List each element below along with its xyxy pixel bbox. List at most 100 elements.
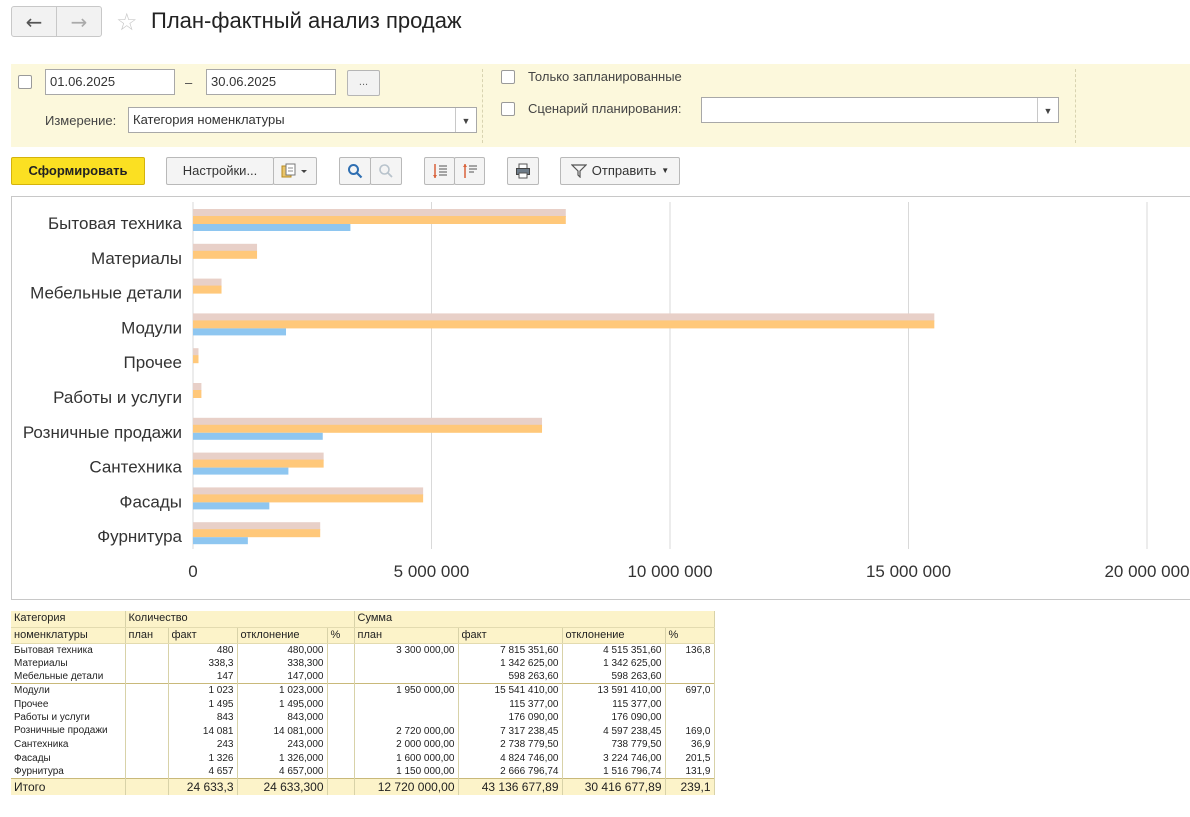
row-category-cell: Фасады — [11, 751, 126, 766]
chart-area: 0 5 000 000 10 000 000 15 000 000 20 000 000… — [11, 196, 1190, 600]
category-label: Материалы — [91, 249, 182, 268]
category-label: Розничные продажи — [23, 423, 182, 442]
expand-groups-icon[interactable] — [424, 157, 455, 185]
only-planned-checkbox[interactable] — [501, 70, 515, 84]
chevron-down-icon[interactable]: ▼ — [455, 108, 476, 132]
row-value-cell — [354, 670, 459, 684]
table-row: Материалы 338,3 338,300 1 342 625,00 1 342 6… — [11, 656, 715, 671]
bar — [193, 320, 935, 329]
row-value-cell: 136,8 — [665, 643, 715, 657]
dimension-value: Категория номенклатуры — [133, 112, 285, 127]
row-value-cell: 1 326,000 — [237, 751, 328, 766]
header-col: отклонение — [562, 627, 666, 644]
search-icon[interactable] — [339, 157, 371, 185]
chevron-down-icon[interactable]: ▼ — [1037, 98, 1058, 122]
category-label: Мебельные детали — [30, 284, 182, 303]
report-table: Категория Количество Сумма номенклатуры … — [11, 611, 715, 795]
row-value-cell: 14 081 — [168, 724, 238, 739]
table-row: Сантехника 243 243,000 2 000 000,00 2 738 77… — [11, 738, 715, 752]
category-label: Модули — [121, 318, 182, 337]
row-category-cell: Сантехника — [11, 738, 126, 752]
bar — [193, 216, 566, 224]
category-label: Фасады — [120, 492, 182, 511]
row-value-cell — [125, 765, 169, 779]
scenario-label: Сценарий планирования: — [528, 101, 682, 116]
date-to-field[interactable]: 30.06.2025 — [206, 69, 316, 95]
bar — [193, 348, 199, 357]
row-value-cell — [125, 670, 169, 684]
row-value-cell — [327, 724, 355, 739]
row-value-cell: 131,9 — [665, 765, 715, 779]
row-value-cell — [125, 697, 169, 711]
collapse-groups-icon[interactable] — [454, 157, 485, 185]
bar — [193, 487, 424, 496]
date-from-calendar-button[interactable] — [154, 69, 175, 95]
row-category-cell: Фурнитура — [11, 765, 126, 779]
row-value-cell: 843 — [168, 710, 238, 725]
bar — [193, 355, 199, 364]
row-value-cell: 243,000 — [237, 738, 328, 752]
row-value-cell: 598 263,60 — [562, 670, 666, 684]
row-value-cell: 738 779,50 — [562, 738, 666, 752]
row-value-cell: 3 224 746,00 — [562, 751, 666, 766]
bar — [193, 209, 566, 217]
row-value-cell: 176 090,00 — [562, 710, 666, 725]
date-to-calendar-button[interactable] — [315, 69, 336, 95]
header-col: факт — [168, 627, 238, 644]
scenario-select[interactable]: ▼ — [701, 97, 1059, 123]
report-variants-icon[interactable] — [273, 157, 317, 185]
star-icon[interactable]: ☆ — [116, 9, 138, 35]
row-value-cell — [125, 738, 169, 752]
row-value-cell — [354, 656, 459, 671]
category-label: Работы и услуги — [53, 388, 182, 407]
row-value-cell: 1 495,000 — [237, 697, 328, 711]
row-value-cell: 1 342 625,00 — [562, 656, 666, 671]
bar — [193, 390, 202, 398]
bar — [193, 459, 324, 468]
filter-divider — [1075, 69, 1076, 143]
date-from-field[interactable]: 01.06.2025 — [45, 69, 155, 95]
header-sum: Сумма — [354, 611, 715, 628]
refresh-icon[interactable] — [370, 157, 402, 185]
row-value-cell — [665, 697, 715, 711]
row-value-cell — [327, 670, 355, 684]
send-icon — [570, 164, 587, 178]
arrow-left-icon[interactable]: ← — [12, 7, 56, 36]
row-value-cell: 1 516 796,74 — [562, 765, 666, 779]
row-value-cell: 15 541 410,00 — [458, 683, 563, 698]
dimension-select[interactable]: Категория номенклатуры ▼ — [128, 107, 477, 133]
table-row: Работы и услуги 843 843,000 176 090,00 176 0… — [11, 710, 715, 725]
x-tick-label: 20 000 000 — [1104, 562, 1189, 581]
header-col: план — [125, 627, 169, 644]
generate-button[interactable]: Сформировать — [11, 157, 145, 185]
x-tick-label: 15 000 000 — [866, 562, 951, 581]
category-label: Сантехника — [89, 458, 182, 477]
row-value-cell — [125, 778, 169, 795]
select-period-button[interactable]: ... — [347, 70, 380, 96]
row-value-cell — [327, 751, 355, 766]
row-value-cell — [354, 710, 459, 725]
table-row: Фурнитура 4 657 4 657,000 1 150 000,00 2 666… — [11, 765, 715, 779]
navigation-buttons: ← → — [11, 6, 102, 37]
bar — [193, 522, 321, 531]
printer-icon[interactable] — [507, 157, 539, 185]
row-value-cell: 2 720 000,00 — [354, 724, 459, 739]
table-row: Бытовая техника 480 480,000 3 300 000,00 7 8… — [11, 643, 715, 657]
row-value-cell: 24 633,3 — [168, 778, 238, 795]
row-value-cell: 7 317 238,45 — [458, 724, 563, 739]
send-button[interactable]: Отправить ▼ — [560, 157, 680, 185]
row-value-cell: 598 263,60 — [458, 670, 563, 684]
settings-button[interactable]: Настройки... — [166, 157, 274, 185]
total-row: Итого 24 633,3 24 633,300 12 720 000,00 43 1… — [11, 778, 715, 795]
arrow-right-icon[interactable]: → — [56, 7, 101, 36]
bar — [193, 467, 289, 475]
row-value-cell: 1 342 625,00 — [458, 656, 563, 671]
bar — [193, 285, 222, 294]
scenario-checkbox[interactable] — [501, 102, 515, 116]
row-value-cell: 14 081,000 — [237, 724, 328, 739]
period-checkbox[interactable] — [18, 75, 32, 89]
row-value-cell: 147 — [168, 670, 238, 684]
row-value-cell — [327, 710, 355, 725]
row-value-cell: 1 600 000,00 — [354, 751, 459, 766]
bar — [193, 432, 323, 440]
